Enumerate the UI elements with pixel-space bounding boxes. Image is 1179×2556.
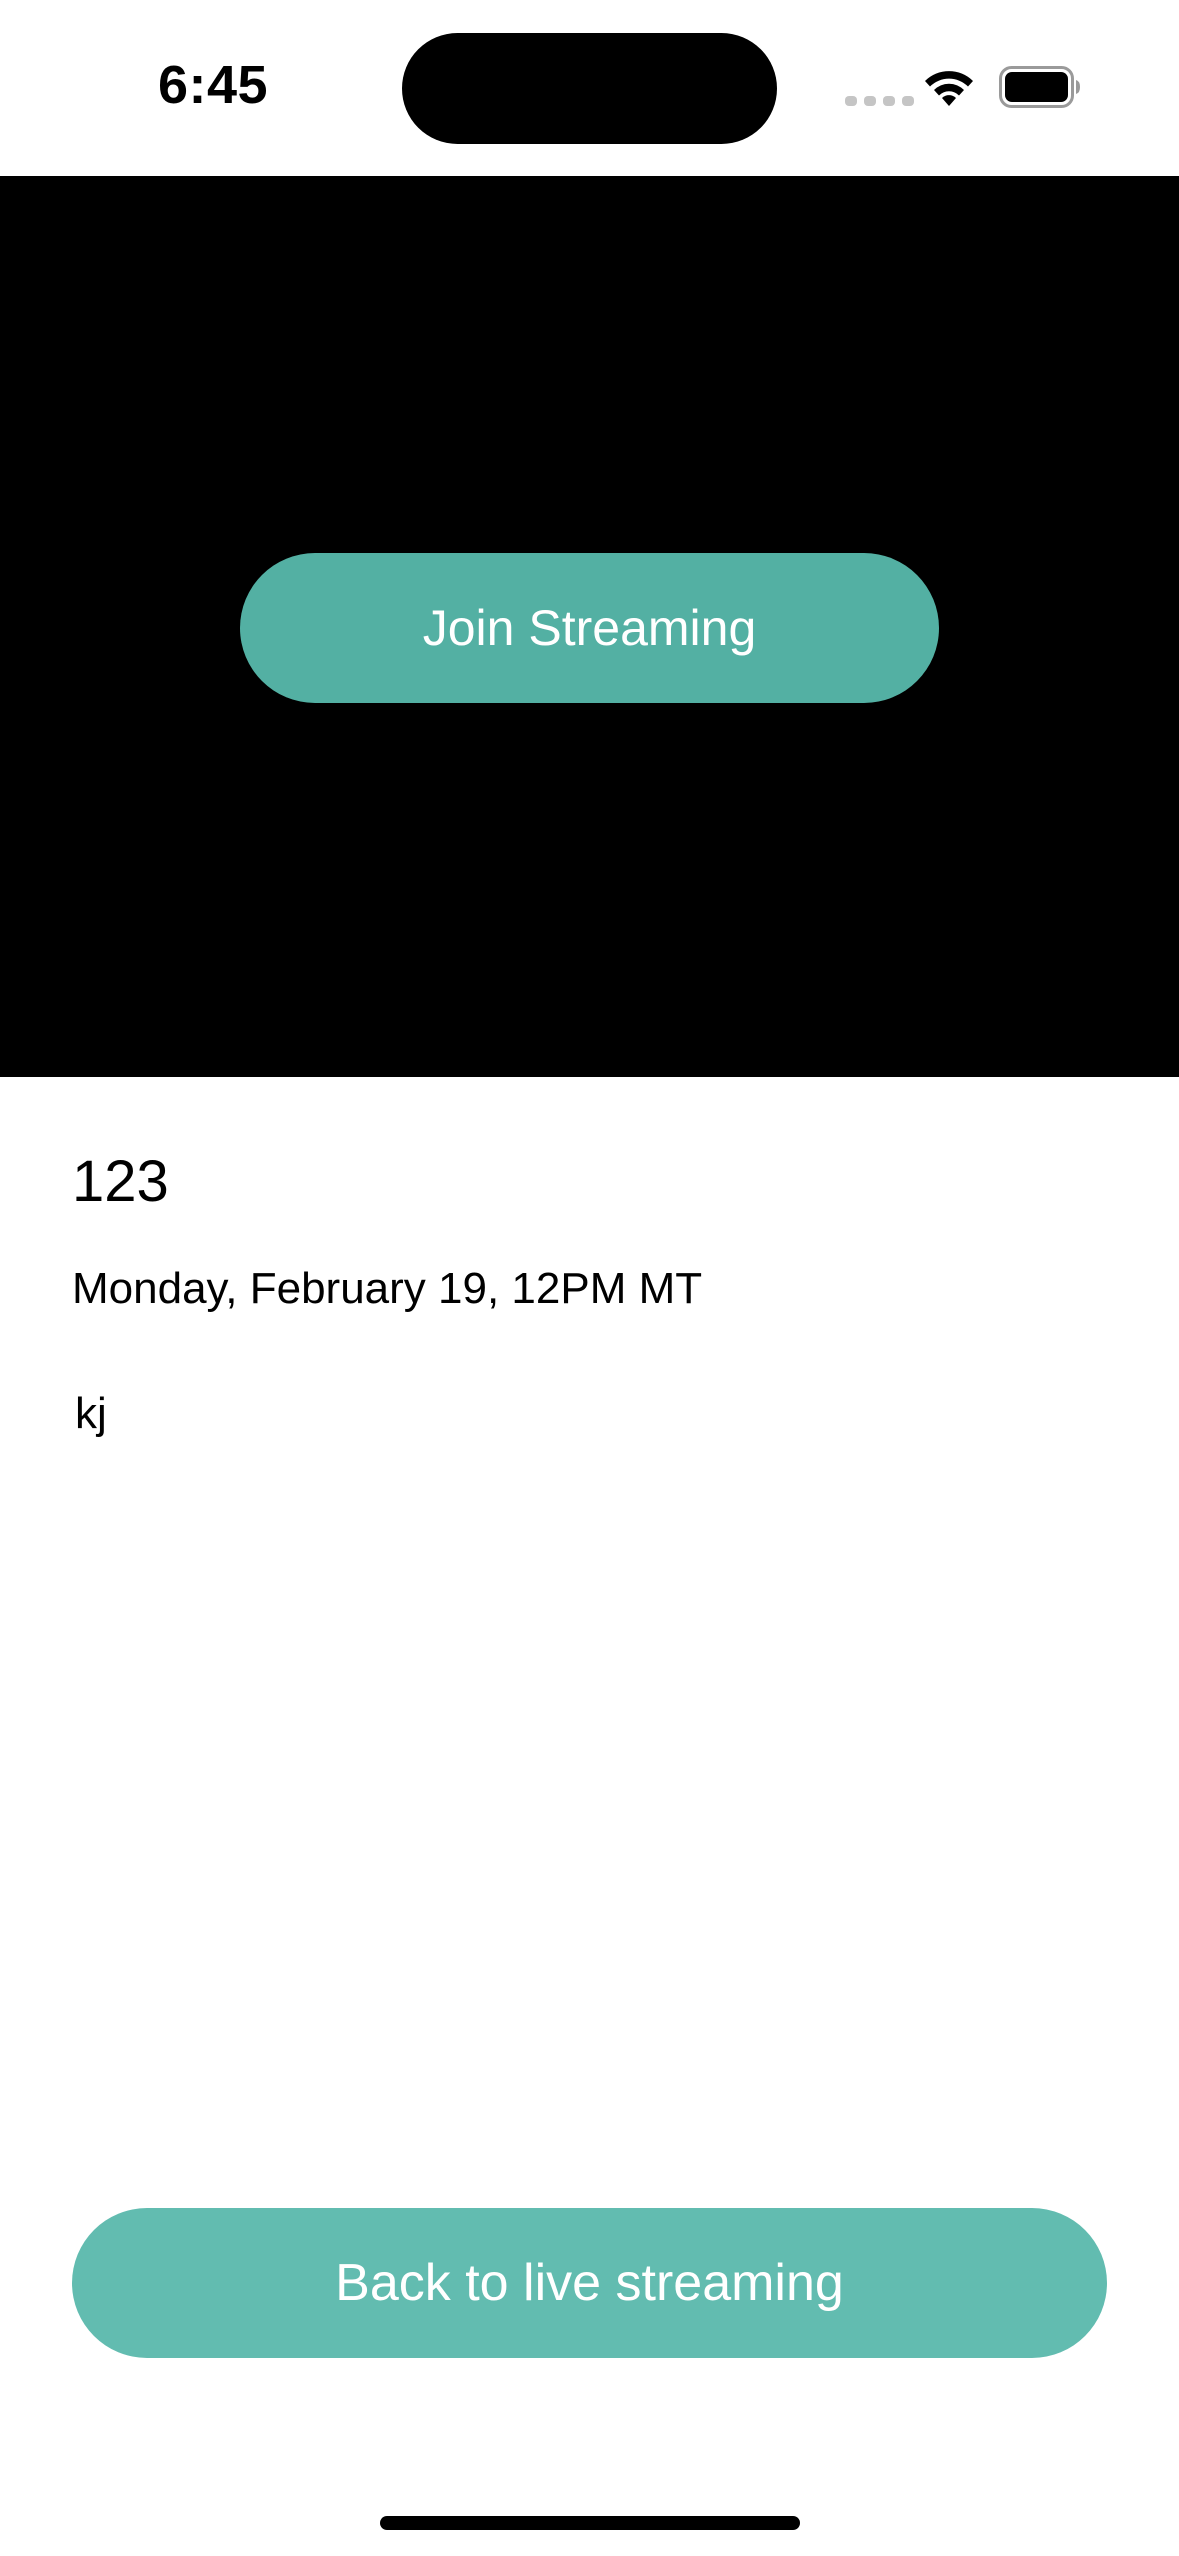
- battery-icon: [999, 66, 1080, 108]
- back-to-live-streaming-button[interactable]: Back to live streaming: [72, 2208, 1107, 2358]
- event-date: Monday, February 19, 12PM MT: [72, 1264, 703, 1313]
- event-description: kj: [75, 1389, 107, 1438]
- video-player-area[interactable]: Join Streaming: [0, 176, 1179, 1077]
- status-time: 6:45: [158, 55, 269, 115]
- join-streaming-button[interactable]: Join Streaming: [240, 553, 939, 703]
- home-indicator[interactable]: [380, 2516, 800, 2530]
- event-title: 123: [72, 1149, 169, 1214]
- dynamic-island: [402, 33, 777, 144]
- live-stream-detail-screen: 6:45 Join Streaming 123 Monday, February…: [0, 0, 1179, 2556]
- status-bar: 6:45: [0, 0, 1179, 176]
- wifi-icon: [925, 71, 973, 106]
- cellular-signal-icon: [845, 96, 914, 106]
